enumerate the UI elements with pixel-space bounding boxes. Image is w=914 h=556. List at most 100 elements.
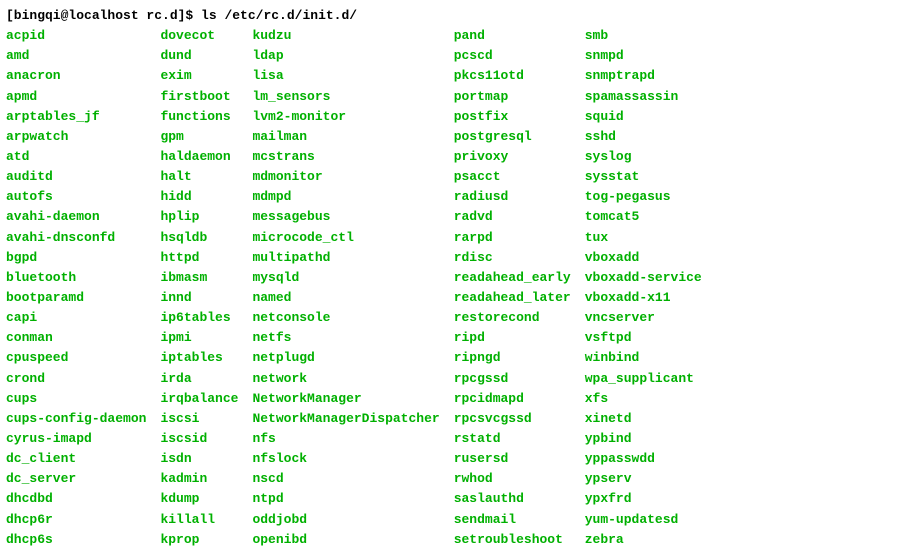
- file-entry: lvm2-monitor: [252, 107, 439, 127]
- file-entry: rpcgssd: [454, 369, 571, 389]
- file-entry: saslauthd: [454, 489, 571, 509]
- file-entry: tog-pegasus: [585, 187, 702, 207]
- ls-listing: acpidamdanacronapmdarptables_jfarpwatcha…: [6, 26, 908, 550]
- file-entry: ldap: [252, 46, 439, 66]
- file-entry: atd: [6, 147, 146, 167]
- command-text: ls /etc/rc.d/init.d/: [201, 8, 357, 23]
- file-entry: rusersd: [454, 449, 571, 469]
- file-entry: kprop: [160, 530, 238, 550]
- file-entry: vboxadd: [585, 248, 702, 268]
- file-entry: cups-config-daemon: [6, 409, 146, 429]
- file-entry: ibmasm: [160, 268, 238, 288]
- file-entry: yum-updatesd: [585, 510, 702, 530]
- file-entry: avahi-daemon: [6, 207, 146, 227]
- file-entry: vboxadd-service: [585, 268, 702, 288]
- file-entry: kudzu: [252, 26, 439, 46]
- file-entry: xfs: [585, 389, 702, 409]
- file-entry: rwhod: [454, 469, 571, 489]
- file-entry: radvd: [454, 207, 571, 227]
- file-entry: apmd: [6, 87, 146, 107]
- file-entry: vboxadd-x11: [585, 288, 702, 308]
- file-entry: iptables: [160, 348, 238, 368]
- file-entry: squid: [585, 107, 702, 127]
- file-entry: rdisc: [454, 248, 571, 268]
- file-entry: isdn: [160, 449, 238, 469]
- command-line: [bingqi@localhost rc.d]$ ls /etc/rc.d/in…: [6, 6, 908, 26]
- file-entry: lisa: [252, 66, 439, 86]
- file-entry: portmap: [454, 87, 571, 107]
- file-entry: vsftpd: [585, 328, 702, 348]
- listing-column: pandpcscdpkcs11otdportmappostfixpostgres…: [454, 26, 571, 550]
- listing-column: smbsnmpdsnmptrapdspamassassinsquidsshdsy…: [585, 26, 702, 550]
- file-entry: cpuspeed: [6, 348, 146, 368]
- listing-column: kudzuldaplisalm_sensorslvm2-monitormailm…: [252, 26, 439, 550]
- file-entry: bluetooth: [6, 268, 146, 288]
- file-entry: hidd: [160, 187, 238, 207]
- file-entry: nfs: [252, 429, 439, 449]
- file-entry: acpid: [6, 26, 146, 46]
- file-entry: rstatd: [454, 429, 571, 449]
- file-entry: ypxfrd: [585, 489, 702, 509]
- file-entry: mysqld: [252, 268, 439, 288]
- file-entry: NetworkManager: [252, 389, 439, 409]
- file-entry: radiusd: [454, 187, 571, 207]
- file-entry: hsqldb: [160, 228, 238, 248]
- file-entry: restorecond: [454, 308, 571, 328]
- file-entry: ripd: [454, 328, 571, 348]
- file-entry: spamassassin: [585, 87, 702, 107]
- file-entry: readahead_later: [454, 288, 571, 308]
- file-entry: netplugd: [252, 348, 439, 368]
- file-entry: NetworkManagerDispatcher: [252, 409, 439, 429]
- file-entry: arptables_jf: [6, 107, 146, 127]
- terminal-output: [bingqi@localhost rc.d]$ ls /etc/rc.d/in…: [6, 6, 908, 550]
- file-entry: snmpd: [585, 46, 702, 66]
- file-entry: cups: [6, 389, 146, 409]
- file-entry: pand: [454, 26, 571, 46]
- file-entry: postgresql: [454, 127, 571, 147]
- file-entry: xinetd: [585, 409, 702, 429]
- file-entry: capi: [6, 308, 146, 328]
- listing-column: acpidamdanacronapmdarptables_jfarpwatcha…: [6, 26, 146, 550]
- file-entry: anacron: [6, 66, 146, 86]
- file-entry: snmptrapd: [585, 66, 702, 86]
- file-entry: messagebus: [252, 207, 439, 227]
- file-entry: bootparamd: [6, 288, 146, 308]
- file-entry: kadmin: [160, 469, 238, 489]
- file-entry: mdmpd: [252, 187, 439, 207]
- file-entry: irqbalance: [160, 389, 238, 409]
- file-entry: pkcs11otd: [454, 66, 571, 86]
- file-entry: functions: [160, 107, 238, 127]
- file-entry: arpwatch: [6, 127, 146, 147]
- file-entry: named: [252, 288, 439, 308]
- file-entry: auditd: [6, 167, 146, 187]
- file-entry: sshd: [585, 127, 702, 147]
- file-entry: rarpd: [454, 228, 571, 248]
- file-entry: ypserv: [585, 469, 702, 489]
- file-entry: zebra: [585, 530, 702, 550]
- file-entry: httpd: [160, 248, 238, 268]
- file-entry: syslog: [585, 147, 702, 167]
- file-entry: kdump: [160, 489, 238, 509]
- file-entry: dc_client: [6, 449, 146, 469]
- file-entry: ypbind: [585, 429, 702, 449]
- file-entry: tomcat5: [585, 207, 702, 227]
- file-entry: nscd: [252, 469, 439, 489]
- file-entry: sysstat: [585, 167, 702, 187]
- file-entry: lm_sensors: [252, 87, 439, 107]
- file-entry: conman: [6, 328, 146, 348]
- file-entry: readahead_early: [454, 268, 571, 288]
- file-entry: exim: [160, 66, 238, 86]
- file-entry: oddjobd: [252, 510, 439, 530]
- file-entry: winbind: [585, 348, 702, 368]
- file-entry: avahi-dnsconfd: [6, 228, 146, 248]
- file-entry: psacct: [454, 167, 571, 187]
- file-entry: wpa_supplicant: [585, 369, 702, 389]
- file-entry: dhcp6r: [6, 510, 146, 530]
- file-entry: tux: [585, 228, 702, 248]
- file-entry: vncserver: [585, 308, 702, 328]
- file-entry: mdmonitor: [252, 167, 439, 187]
- listing-column: dovecotdundeximfirstbootfunctionsgpmhald…: [160, 26, 238, 550]
- file-entry: crond: [6, 369, 146, 389]
- file-entry: netfs: [252, 328, 439, 348]
- file-entry: ripngd: [454, 348, 571, 368]
